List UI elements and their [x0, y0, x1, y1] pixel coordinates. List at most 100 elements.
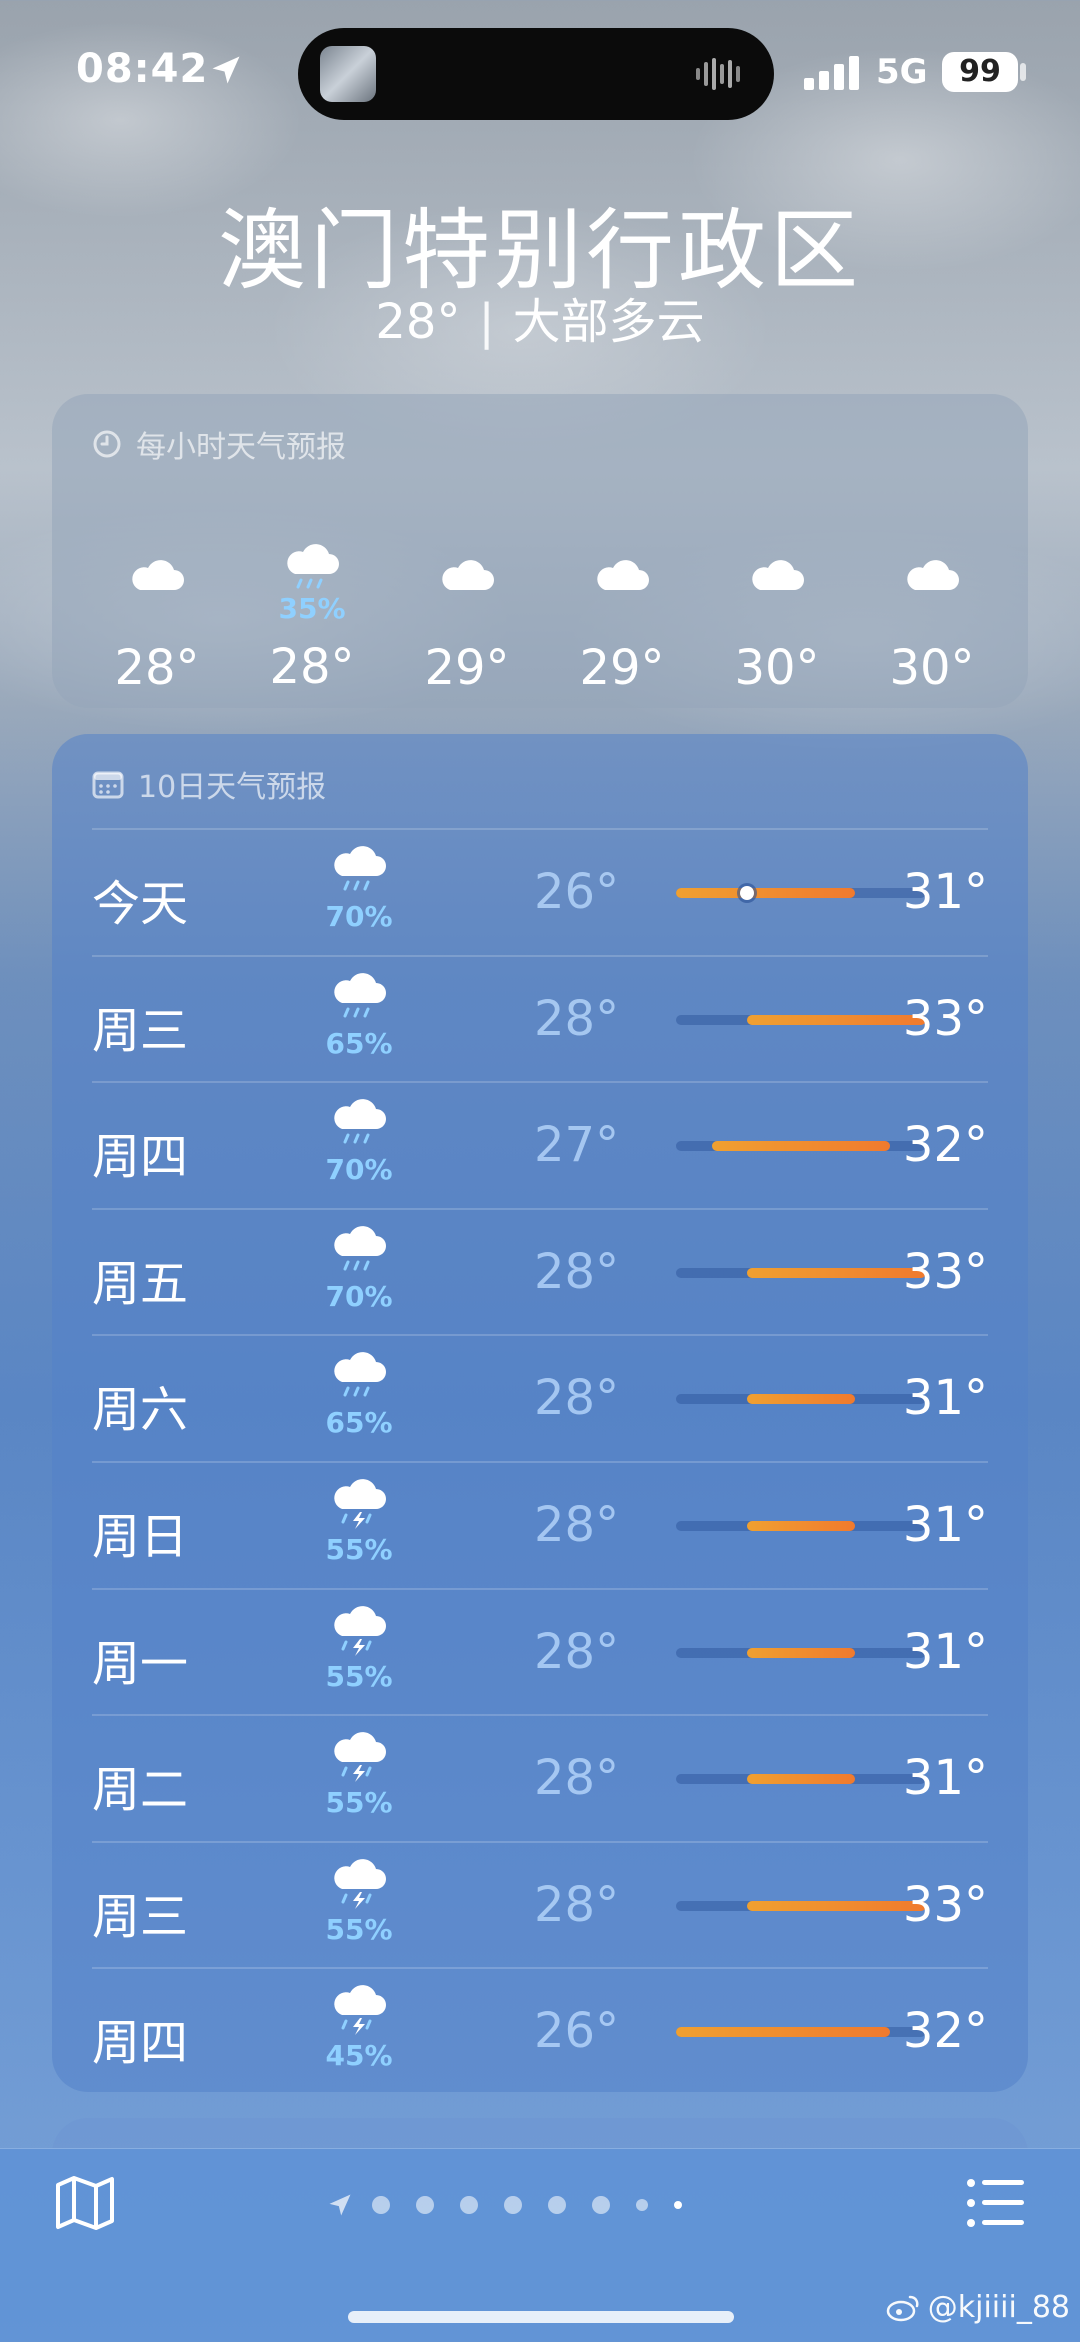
day-low-temp: 28°: [534, 1623, 620, 1680]
battery-cap: [1020, 63, 1026, 81]
page-dot[interactable]: [416, 2196, 434, 2214]
temp-range-fill: [747, 1014, 926, 1025]
day-row[interactable]: 今天 70% 26° 31°: [92, 828, 988, 954]
temp-range-bar: [676, 1014, 926, 1025]
day-high-temp: 32°: [902, 1117, 988, 1174]
hourly-item: 30°: [700, 506, 854, 696]
calendar-icon: [92, 771, 124, 799]
day-precip-chance: 65%: [325, 1026, 393, 1060]
day-high-temp: 31°: [902, 1497, 988, 1553]
temp-range-fill: [747, 1900, 926, 1911]
day-low-temp: 28°: [534, 1497, 620, 1553]
page-dot[interactable]: [674, 2201, 682, 2209]
day-high-temp: 31°: [902, 1370, 988, 1427]
hourly-forecast-card[interactable]: 每小时天气预报 28° 35% 28° 29° 29° 30° 30°: [52, 394, 1028, 708]
hourly-temp: 29°: [579, 640, 665, 696]
day-row[interactable]: 周一 55% 28° 31°: [92, 1587, 988, 1714]
day-precip-chance: 55%: [325, 1786, 393, 1820]
cloud-bolt-rain-icon: 55%: [324, 1602, 394, 1693]
day-low-temp: 26°: [534, 2003, 620, 2060]
day-high-temp: 32°: [902, 2003, 988, 2060]
page-dot[interactable]: [592, 2196, 610, 2214]
day-row[interactable]: 周三 65% 28° 33°: [92, 954, 988, 1081]
row-divider: [92, 1334, 988, 1337]
cloud-rain-icon: 70%: [324, 1222, 394, 1313]
day-precip-chance: 65%: [325, 1406, 393, 1440]
hourly-temp: 28°: [269, 639, 355, 695]
temp-range-bar: [676, 1141, 926, 1152]
day-high-temp: 31°: [902, 1623, 988, 1680]
day-name: 今天: [92, 876, 189, 932]
day-row[interactable]: 周五 70% 28° 33°: [92, 1207, 988, 1334]
day-high-temp: 33°: [902, 990, 988, 1047]
day-name: 周四: [92, 2015, 189, 2072]
list-icon[interactable]: [966, 2177, 1026, 2229]
cloud-rain-icon: 70%: [324, 1095, 394, 1186]
hourly-temp: 30°: [889, 640, 975, 696]
temp-range-bar: [676, 1521, 926, 1531]
row-divider: [92, 1081, 988, 1084]
day-high-temp: 31°: [902, 1750, 988, 1807]
day-row[interactable]: 周四 45% 26° 32°: [92, 1967, 988, 2093]
cloud-icon: [80, 506, 234, 596]
page-dot[interactable]: [548, 2196, 566, 2214]
page-dot[interactable]: [372, 2196, 390, 2214]
page-indicator[interactable]: [326, 2191, 708, 2219]
dynamic-island[interactable]: [298, 28, 774, 120]
row-divider: [92, 1967, 988, 1970]
current-location-page-icon[interactable]: [326, 2191, 354, 2219]
row-divider: [92, 1461, 988, 1463]
summary-separator: |: [478, 294, 495, 350]
page-dot[interactable]: [636, 2199, 648, 2211]
day-row[interactable]: 周三 55% 28° 33°: [92, 1840, 988, 1967]
map-icon[interactable]: [54, 2173, 116, 2233]
day-name: 周六: [92, 1382, 189, 1439]
watermark-text: @kjiiii_88: [927, 2290, 1070, 2325]
page-dot[interactable]: [460, 2196, 478, 2214]
temp-range-fill: [747, 1647, 855, 1658]
day-high-temp: 33°: [902, 1243, 988, 1300]
ten-day-title: 10日天气预报: [138, 770, 327, 805]
day-name: 周五: [92, 1255, 189, 1312]
audio-waveform-icon: [696, 58, 740, 90]
day-precip-chance: 70%: [325, 900, 393, 933]
page-dot[interactable]: [504, 2196, 522, 2214]
temp-range-fill: [747, 1521, 855, 1531]
hourly-item: 28°: [80, 506, 234, 696]
hourly-temp: 30°: [734, 640, 820, 696]
hourly-item: 30°: [855, 506, 1009, 696]
day-row[interactable]: 周日 55% 28° 31°: [92, 1461, 988, 1587]
day-name: 周四: [92, 1129, 189, 1186]
day-row[interactable]: 周四 70% 27° 32°: [92, 1081, 988, 1207]
day-name: 周二: [92, 1762, 189, 1819]
current-summary: 28° | 大部多云: [0, 282, 1080, 352]
hourly-precip-chance: 35%: [278, 592, 346, 625]
current-condition: 大部多云: [512, 294, 705, 350]
day-precip-chance: 70%: [325, 1279, 393, 1313]
temp-range-bar: [676, 2027, 926, 2038]
ten-day-forecast-card[interactable]: 10日天气预报 今天 70% 26° 31° 周三 65% 28° 33° 周四 70% 27° 32…: [52, 734, 1028, 2092]
cloud-icon: [545, 506, 699, 596]
row-divider: [92, 1840, 988, 1843]
temp-range-fill: [676, 2027, 891, 2038]
day-precip-chance: 55%: [325, 1659, 393, 1693]
cloud-icon: [855, 506, 1009, 596]
cloud-icon: [700, 506, 854, 596]
home-indicator[interactable]: [348, 2311, 734, 2323]
temp-range-fill: [747, 1267, 926, 1278]
day-row[interactable]: 周六 65% 28° 31°: [92, 1334, 988, 1460]
hourly-item: 29°: [545, 506, 699, 696]
day-low-temp: 28°: [534, 990, 620, 1047]
temp-range-fill: [747, 1774, 855, 1785]
location-arrow-icon: [212, 56, 240, 84]
temp-range-bar: [676, 1267, 926, 1278]
day-high-temp: 33°: [902, 1876, 988, 1933]
battery-indicator: 99: [942, 52, 1018, 92]
day-row[interactable]: 周二 55% 28° 31°: [92, 1714, 988, 1840]
row-divider: [92, 828, 988, 830]
weibo-logo-icon: [886, 2295, 919, 2321]
cloud-bolt-rain-icon: 55%: [324, 1728, 394, 1819]
row-divider: [92, 954, 988, 957]
hourly-temp: 29°: [424, 640, 510, 696]
temp-range-bar: [676, 1774, 926, 1785]
